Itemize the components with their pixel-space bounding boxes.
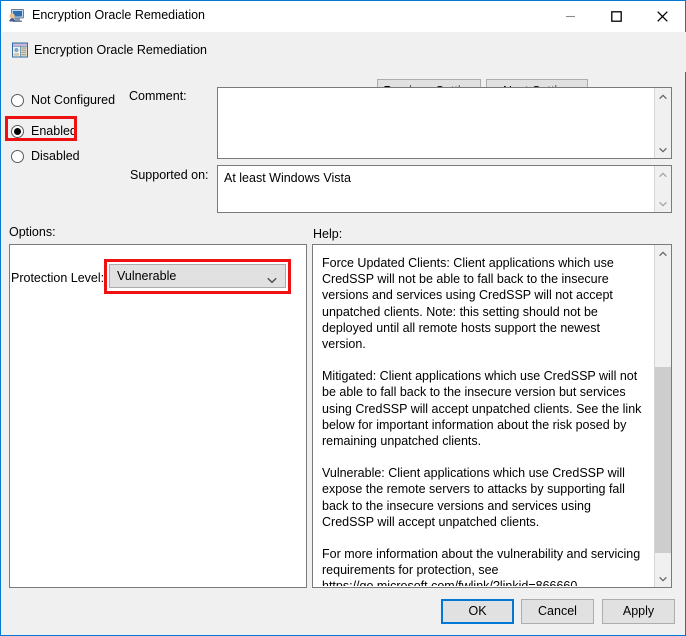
setting-name: Encryption Oracle Remediation bbox=[34, 43, 207, 57]
window-title: Encryption Oracle Remediation bbox=[32, 8, 205, 22]
help-paragraph-3: Vulnerable: Client applications which us… bbox=[322, 466, 625, 529]
comment-label: Comment: bbox=[129, 89, 187, 103]
protection-level-label: Protection Level: bbox=[11, 271, 105, 285]
radio-not-configured-mark bbox=[11, 93, 24, 107]
policy-setting-icon bbox=[11, 41, 29, 59]
radio-enabled-label: Enabled bbox=[31, 124, 77, 138]
setting-header: Encryption Oracle Remediation Previous S… bbox=[2, 32, 686, 104]
radio-disabled-mark bbox=[11, 149, 24, 163]
chevron-down-icon bbox=[267, 273, 277, 287]
minimize-button[interactable] bbox=[547, 1, 593, 31]
protection-level-value: Vulnerable bbox=[117, 269, 177, 283]
radio-not-configured-label: Not Configured bbox=[31, 93, 116, 107]
cancel-button[interactable]: Cancel bbox=[521, 599, 594, 624]
supported-on-field[interactable]: At least Windows Vista bbox=[217, 165, 672, 213]
radio-disabled-label: Disabled bbox=[31, 149, 80, 163]
supported-on-scroll-up-icon[interactable] bbox=[655, 166, 671, 183]
comment-scrollbar[interactable] bbox=[654, 88, 671, 158]
help-label: Help: bbox=[313, 227, 343, 241]
apply-button[interactable]: Apply bbox=[602, 599, 675, 624]
help-scroll-up-icon[interactable] bbox=[655, 245, 671, 262]
help-panel: Force Updated Clients: Client applicatio… bbox=[312, 244, 672, 588]
radio-disabled[interactable]: Disabled bbox=[11, 146, 80, 166]
supported-on-scrollbar[interactable] bbox=[654, 166, 671, 212]
comment-input[interactable] bbox=[217, 87, 672, 159]
protection-level-dropdown[interactable]: Vulnerable bbox=[109, 264, 286, 288]
close-button[interactable] bbox=[639, 1, 685, 31]
comment-scroll-up-icon[interactable] bbox=[655, 88, 671, 105]
options-panel bbox=[9, 244, 307, 588]
supported-on-value: At least Windows Vista bbox=[224, 171, 351, 185]
help-text: Force Updated Clients: Client applicatio… bbox=[314, 246, 653, 586]
supported-on-label: Supported on: bbox=[130, 168, 209, 182]
encryption-oracle-remediation-dialog: Encryption Oracle Remediation Encryption… bbox=[0, 0, 686, 636]
ok-button[interactable]: OK bbox=[441, 599, 514, 624]
maximize-button[interactable] bbox=[593, 1, 639, 31]
comment-scroll-down-icon[interactable] bbox=[655, 141, 671, 158]
help-scroll-down-icon[interactable] bbox=[655, 570, 671, 587]
help-scroll-thumb[interactable] bbox=[655, 367, 671, 553]
help-scrollbar[interactable] bbox=[654, 245, 671, 587]
help-paragraph-2: Mitigated: Client applications which use… bbox=[322, 369, 642, 449]
computer-policy-icon bbox=[8, 7, 25, 24]
radio-not-configured[interactable]: Not Configured bbox=[11, 90, 115, 110]
radio-enabled[interactable]: Enabled bbox=[11, 121, 77, 141]
help-paragraph-4: For more information about the vulnerabi… bbox=[322, 547, 641, 586]
radio-enabled-mark bbox=[11, 124, 24, 138]
options-label: Options: bbox=[9, 225, 56, 239]
supported-on-scroll-down-icon[interactable] bbox=[655, 195, 671, 212]
help-paragraph-1: Force Updated Clients: Client applicatio… bbox=[322, 256, 614, 352]
title-bar: Encryption Oracle Remediation bbox=[1, 1, 685, 33]
